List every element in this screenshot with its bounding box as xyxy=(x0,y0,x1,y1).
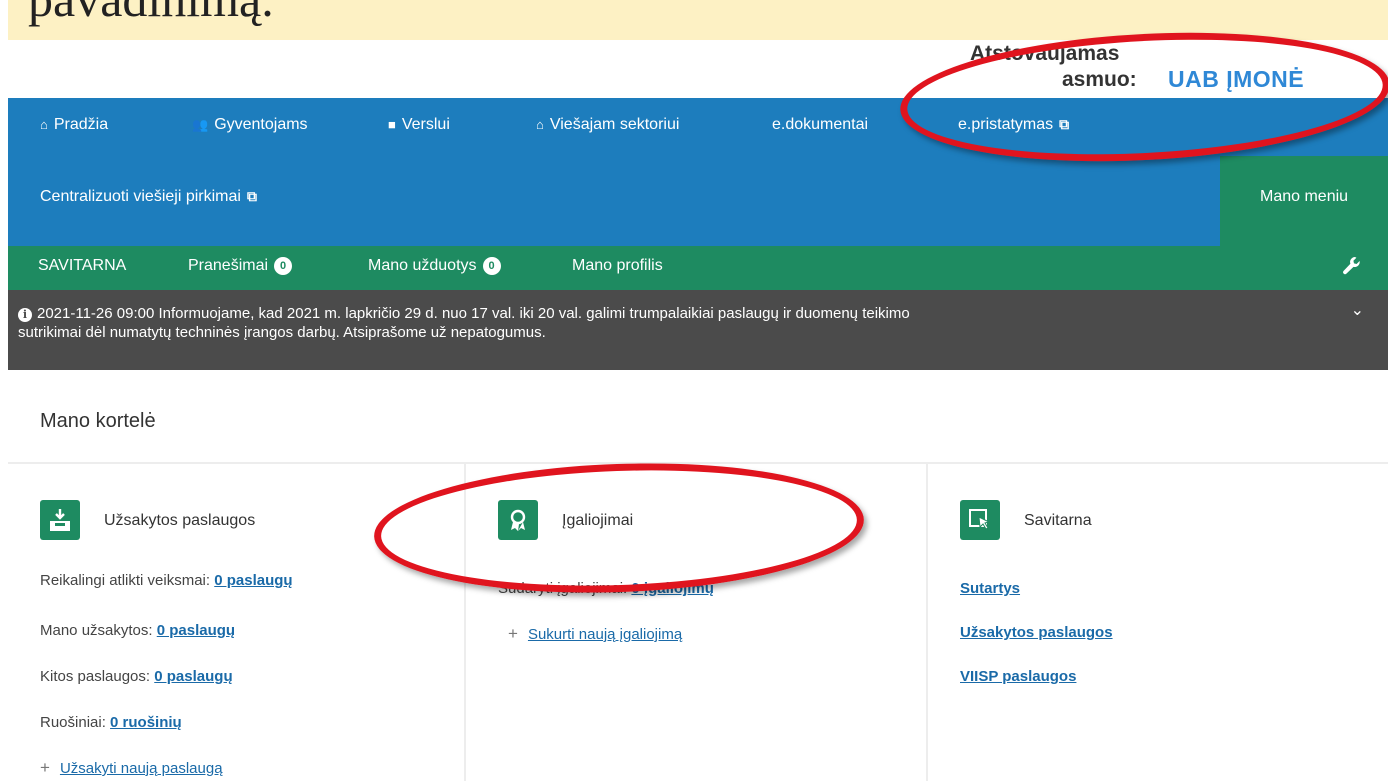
list-item: Ruošiniai: 0 ruošinių xyxy=(40,714,182,731)
nav-business[interactable]: ■ Verslui xyxy=(388,116,450,134)
plus-icon: + xyxy=(508,624,518,643)
notifications-count-badge: 0 xyxy=(274,257,293,275)
list-item: Reikalingi atlikti veiksmai: 0 paslaugų xyxy=(40,572,293,589)
nav-my-tasks[interactable]: Mano užduotys 0 xyxy=(368,257,501,275)
nav-edelivery[interactable]: e.pristatymas ⧉ xyxy=(958,116,1069,134)
nav-notifications[interactable]: Pranešimai 0 xyxy=(188,257,293,275)
viisp-services-link[interactable]: VIISP paslaugos xyxy=(960,668,1076,685)
card-title: Savitarna xyxy=(1024,512,1092,529)
list-item: Sutartys xyxy=(960,580,1020,597)
external-link-icon: ⧉ xyxy=(1059,116,1070,132)
column-divider xyxy=(926,462,928,781)
order-new-service-link[interactable]: + Užsakyti naują paslaugą xyxy=(40,758,223,778)
represented-person: Atstovaujamas asmuo: UAB ĮMONĖ xyxy=(950,42,1380,100)
nav-residents[interactable]: 👥 Gyventojams xyxy=(192,116,308,134)
represented-label-line2: asmuo: xyxy=(1062,68,1137,91)
external-link-icon: ⧉ xyxy=(246,188,257,204)
nav-my-profile[interactable]: Mano profilis xyxy=(572,257,663,275)
tasks-count-badge: 0 xyxy=(482,257,501,275)
main-navigation: ⌂ Pradžia 👥 Gyventojams ■ Verslui ⌂ Viešajam… xyxy=(8,98,1388,246)
nav-edocuments[interactable]: e.dokumentai xyxy=(772,116,868,134)
award-icon xyxy=(498,500,538,540)
drafts-link[interactable]: 0 ruošinių xyxy=(110,714,182,731)
required-actions-link[interactable]: 0 paslaugų xyxy=(214,572,292,589)
self-service-navigation: SAVITARNA Pranešimai 0 Mano užduotys 0 Man… xyxy=(8,246,1388,290)
represented-label-line1: Atstovaujamas xyxy=(970,42,1120,65)
home-icon: ⌂ xyxy=(40,117,48,132)
list-item: Kitos paslaugos: 0 paslaugų xyxy=(40,668,233,685)
card-title: Užsakytos paslaugos xyxy=(104,512,256,529)
inbox-download-icon xyxy=(40,500,80,540)
people-icon: 👥 xyxy=(192,117,209,132)
nav-savitarna[interactable]: SAVITARNA xyxy=(38,257,126,275)
authorizations-count-link[interactable]: 0 įgaliojimų xyxy=(631,580,714,597)
my-menu-button[interactable]: Mano meniu xyxy=(1220,156,1388,246)
list-item: Sudaryti įgaliojimai: 0 įgaliojimų xyxy=(498,580,714,597)
other-services-link[interactable]: 0 paslaugų xyxy=(154,668,232,685)
nav-central-procurement[interactable]: Centralizuoti viešieji pirkimai ⧉ xyxy=(40,188,257,206)
card-title: Įgaliojimai xyxy=(562,512,634,529)
column-divider xyxy=(464,462,466,781)
divider xyxy=(8,462,1388,464)
banner-text: i 2021-11-26 09:00 Informuojame, kad 2021… xyxy=(18,305,910,341)
my-ordered-link[interactable]: 0 paslaugų xyxy=(157,622,235,639)
institution-icon: ⌂ xyxy=(536,117,544,132)
nav-public-sector[interactable]: ⌂ Viešajam sektoriui xyxy=(536,116,679,134)
nav-home[interactable]: ⌂ Pradžia xyxy=(40,116,108,134)
represented-company[interactable]: UAB ĮMONĖ xyxy=(1168,66,1304,93)
briefcase-icon: ■ xyxy=(388,117,396,132)
cursor-click-icon xyxy=(960,500,1000,540)
plus-icon: + xyxy=(40,758,50,777)
list-item: Užsakytos paslaugos xyxy=(960,624,1113,641)
info-icon: i xyxy=(18,308,32,322)
create-authorization-link[interactable]: + Sukurti naują įgaliojimą xyxy=(508,624,682,644)
chevron-down-icon[interactable]: ⌄ xyxy=(1351,300,1364,320)
contracts-link[interactable]: Sutartys xyxy=(960,580,1020,597)
info-banner: i 2021-11-26 09:00 Informuojame, kad 2021… xyxy=(8,290,1388,370)
slide-caption: pavadinimą. xyxy=(8,0,1388,40)
page-title: Mano kortelė xyxy=(40,410,156,432)
list-item: VIISP paslaugos xyxy=(960,668,1076,685)
wrench-icon[interactable] xyxy=(1342,256,1360,282)
list-item: Mano užsakytos: 0 paslaugų xyxy=(40,622,236,639)
caption-text: pavadinimą. xyxy=(28,0,274,28)
ordered-services-link[interactable]: Užsakytos paslaugos xyxy=(960,624,1113,641)
